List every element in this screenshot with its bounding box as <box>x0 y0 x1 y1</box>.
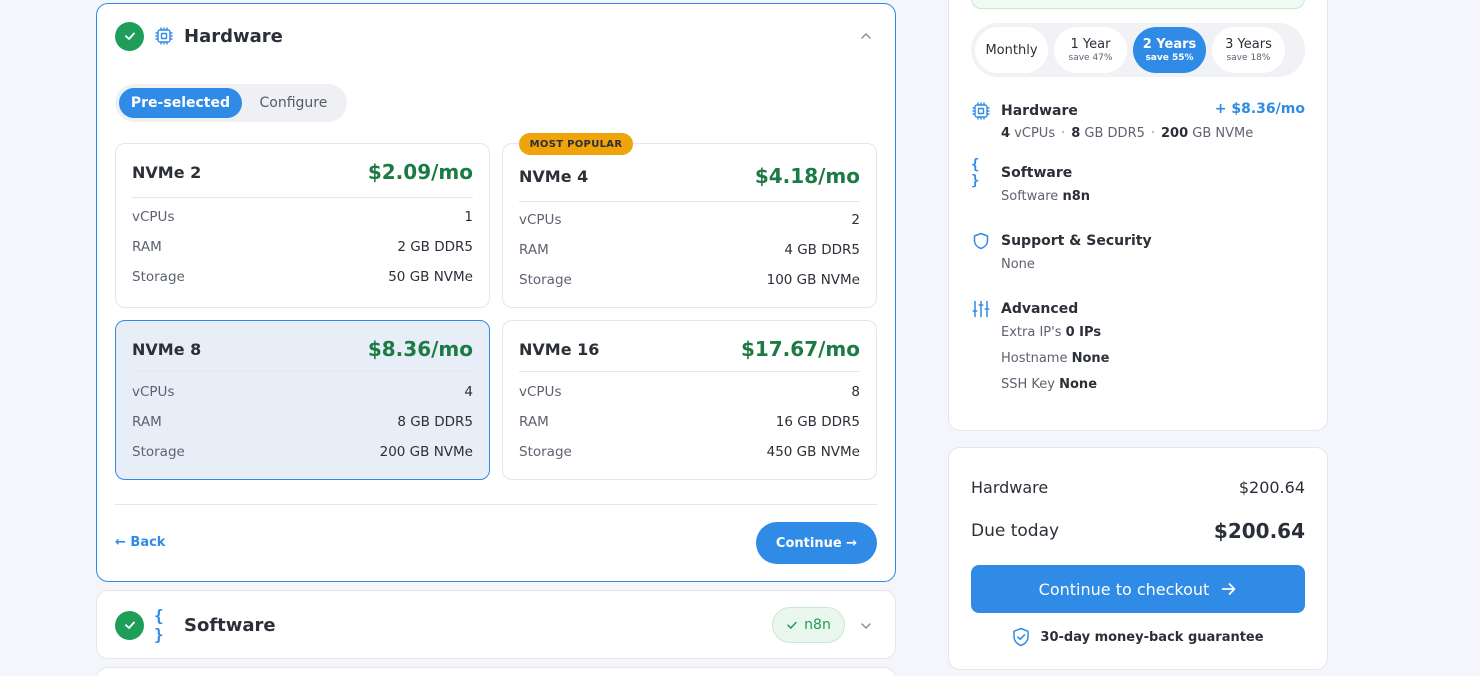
summary-advanced-row: Hostname None <box>1001 351 1110 366</box>
totals-card: Hardware $200.64 Due today $200.64 Conti… <box>948 447 1328 670</box>
sliders-icon <box>971 299 991 319</box>
plan-name: NVMe 4 <box>519 167 589 186</box>
spec-row: Storage 50 GB NVMe <box>132 269 473 285</box>
plan-price: $2.09/mo <box>367 160 473 184</box>
software-panel-title: Software <box>184 614 276 636</box>
next-section-panel[interactable] <box>96 667 896 676</box>
plan-price: $8.36/mo <box>367 337 473 361</box>
software-chip: n8n <box>772 607 845 643</box>
completed-check-icon <box>115 610 144 640</box>
spec-row: RAM 4 GB DDR5 <box>519 242 860 258</box>
summary-advanced-row: SSH Key None <box>1001 377 1098 392</box>
spec-row: vCPUs 4 <box>132 384 473 400</box>
plan-name: NVMe 8 <box>132 340 202 359</box>
plan-name: NVMe 16 <box>519 340 600 359</box>
plan-card-nvme-8[interactable]: NVMe 8 $8.36/mo vCPUs 4 RAM 8 GB DDR5 Stor… <box>115 320 490 480</box>
tab-pre-selected[interactable]: Pre-selected <box>119 88 242 118</box>
software-chip-label: n8n <box>804 617 831 633</box>
software-panel[interactable]: { } Software n8n <box>96 590 896 659</box>
checkout-button-label: Continue to checkout <box>1038 579 1210 599</box>
term-2-years[interactable]: 2 Years save 55% <box>1133 27 1206 73</box>
divider <box>132 197 473 198</box>
summary-hardware-title: Hardware <box>1001 103 1078 119</box>
total-hardware-value: $200.64 <box>1238 478 1305 497</box>
chevron-up-icon[interactable] <box>859 29 873 43</box>
spec-row: vCPUs 1 <box>132 209 473 225</box>
summary-advanced: Advanced Extra IP's 0 IPs Hostname None … <box>971 299 1305 399</box>
spec-row: RAM 16 GB DDR5 <box>519 414 860 430</box>
braces-icon: { } <box>154 606 164 644</box>
back-button[interactable]: ← Back <box>115 535 165 550</box>
divider <box>115 504 877 505</box>
divider <box>132 371 473 372</box>
spec-row: vCPUs 8 <box>519 384 860 400</box>
braces-icon: { } <box>971 157 980 189</box>
spec-row: RAM 2 GB DDR5 <box>132 239 473 255</box>
summary-software: { } Software Software n8n <box>971 157 1305 207</box>
most-popular-badge: MOST POPULAR <box>519 133 633 155</box>
spec-row: Storage 450 GB NVMe <box>519 444 860 460</box>
summary-hardware: Hardware + $8.36/mo 4 vCPUs · 8 GB DDR5 · 20… <box>971 101 1305 145</box>
plan-name: NVMe 2 <box>132 163 202 182</box>
summary-hardware-specs: 4 vCPUs · 8 GB DDR5 · 200 GB NVMe <box>1001 126 1254 141</box>
billing-term-toggle: Monthly 1 Year save 47% 2 Years save 55% 3… <box>971 23 1305 77</box>
term-monthly[interactable]: Monthly <box>975 27 1048 73</box>
due-today-value: $200.64 <box>1213 519 1305 543</box>
hardware-panel: Hardware Pre-selected Configure NVMe 2 $… <box>96 3 896 582</box>
summary-advanced-title: Advanced <box>1001 301 1079 317</box>
plan-price: $4.18/mo <box>754 164 860 188</box>
plan-card-nvme-16[interactable]: NVMe 16 $17.67/mo vCPUs 8 RAM 16 GB DDR5 S… <box>502 320 877 480</box>
plan-card-nvme-4[interactable]: NVMe 4 $4.18/mo vCPUs 2 RAM 4 GB DDR5 Stor… <box>502 143 877 308</box>
summary-support: Support & Security None <box>971 231 1305 275</box>
hardware-panel-header[interactable]: Hardware <box>115 19 877 53</box>
summary-software-title: Software <box>1001 165 1073 181</box>
software-panel-header[interactable]: { } Software <box>115 606 877 644</box>
completed-check-icon <box>115 21 144 51</box>
promo-strip <box>971 0 1305 9</box>
checkout-button[interactable]: Continue to checkout <box>971 565 1305 613</box>
divider <box>519 201 860 202</box>
mode-toggle: Pre-selected Configure <box>115 84 347 122</box>
summary-advanced-row: Extra IP's 0 IPs <box>1001 325 1102 340</box>
cpu-icon <box>971 101 991 121</box>
due-today-label: Due today <box>971 521 1060 541</box>
total-hardware-label: Hardware <box>971 478 1049 497</box>
plan-price: $17.67/mo <box>740 337 860 361</box>
total-hardware-row: Hardware $200.64 <box>971 478 1305 497</box>
shield-check-icon <box>1013 627 1030 647</box>
spec-row: Storage 200 GB NVMe <box>132 444 473 460</box>
summary-support-value: None <box>1001 257 1035 272</box>
hardware-panel-title: Hardware <box>184 25 283 47</box>
summary-software-line: Software n8n <box>1001 189 1091 204</box>
plan-card-nvme-2[interactable]: NVMe 2 $2.09/mo vCPUs 1 RAM 2 GB DDR5 Stor… <box>115 143 490 308</box>
continue-button[interactable]: Continue → <box>756 522 877 564</box>
summary-support-title: Support & Security <box>1001 233 1152 249</box>
check-icon <box>787 621 797 630</box>
chevron-down-icon[interactable] <box>859 619 873 633</box>
summary-hardware-price: + $8.36/mo <box>1214 101 1305 117</box>
guarantee-text: 30-day money-back guarantee <box>1040 629 1264 645</box>
spec-row: vCPUs 2 <box>519 212 860 228</box>
shield-icon <box>971 231 991 251</box>
due-today-row: Due today $200.64 <box>971 519 1305 543</box>
arrow-right-icon <box>1221 583 1236 595</box>
spec-row: RAM 8 GB DDR5 <box>132 414 473 430</box>
spec-row: Storage 100 GB NVMe <box>519 272 860 288</box>
term-1-year[interactable]: 1 Year save 47% <box>1054 27 1127 73</box>
cpu-icon <box>154 26 174 46</box>
term-3-years[interactable]: 3 Years save 18% <box>1212 27 1285 73</box>
order-summary: Monthly 1 Year save 47% 2 Years save 55% 3… <box>948 0 1328 431</box>
money-back-guarantee: 30-day money-back guarantee <box>949 627 1327 647</box>
tab-configure[interactable]: Configure <box>244 88 343 118</box>
divider <box>519 371 860 372</box>
